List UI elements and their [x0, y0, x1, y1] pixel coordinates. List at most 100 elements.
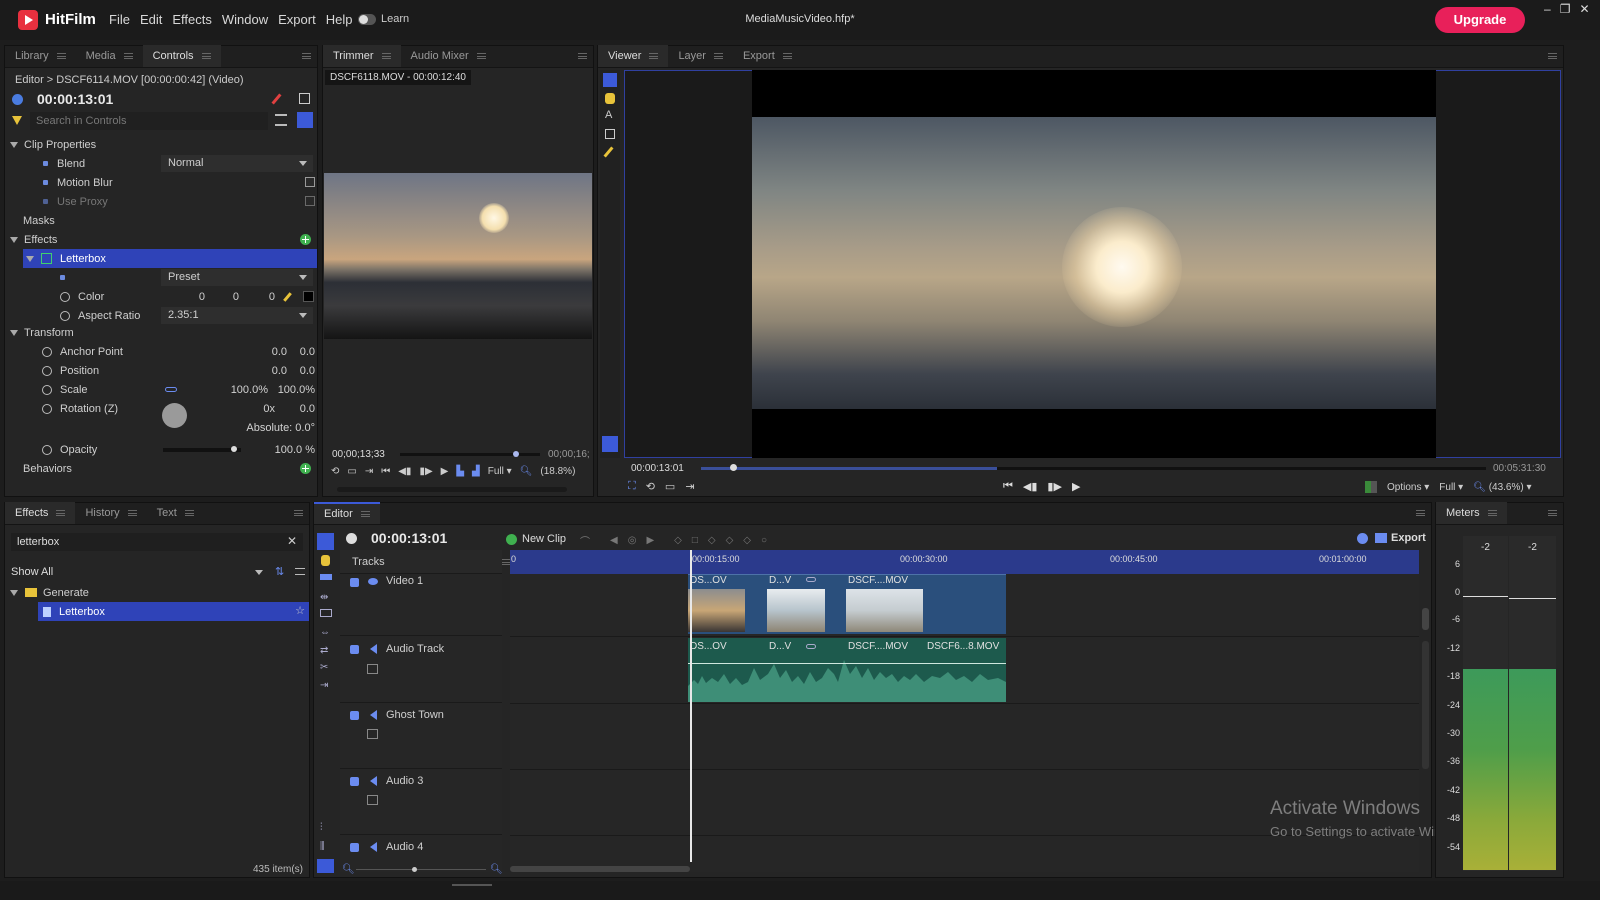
letterbox-enabled-checkbox[interactable] — [41, 253, 52, 264]
step-forward-icon[interactable]: ▮▶ — [419, 466, 432, 477]
list-view-icon[interactable] — [275, 114, 287, 126]
opacity-slider[interactable] — [163, 448, 241, 452]
next-marker-icon[interactable]: ▶ — [646, 535, 654, 546]
panel-menu-icon[interactable] — [578, 53, 587, 59]
fit-icon[interactable]: ⛶ — [628, 480, 636, 493]
prev-keyframe-icon[interactable]: ◇ — [674, 535, 682, 546]
color-swatch[interactable] — [303, 291, 314, 302]
motion-blur-checkbox[interactable] — [305, 177, 315, 187]
audio-volume-line[interactable] — [688, 663, 1006, 664]
clip-properties-row[interactable]: Clip Properties — [5, 135, 317, 154]
render-icon[interactable] — [1357, 533, 1368, 544]
trimmer-playhead[interactable] — [513, 451, 519, 457]
blend-dropdown[interactable]: Normal — [161, 155, 313, 172]
text-tool-icon[interactable]: A — [605, 109, 612, 121]
controls-timecode[interactable]: 00:00:13:01 — [37, 91, 113, 107]
viewer-go-start-icon[interactable]: ⏮ — [1003, 480, 1013, 493]
letterbox-effect-row[interactable]: Letterbox — [23, 249, 317, 268]
timeline-vscroll-top[interactable] — [1422, 608, 1429, 630]
tree-item-letterbox[interactable]: Letterbox ☆ — [38, 602, 309, 621]
timeline-playhead[interactable] — [690, 550, 692, 862]
viewer-overlay-icon[interactable]: ⇥ — [685, 480, 694, 493]
tree-item-generate[interactable]: Generate — [5, 583, 309, 602]
tab-trimmer[interactable]: Trimmer — [323, 45, 401, 67]
tab-audio-mixer[interactable]: Audio Mixer — [401, 45, 496, 67]
viewer-step-back-icon[interactable]: ◀▮ — [1023, 480, 1038, 493]
behaviors-row[interactable]: Behaviors — [5, 459, 317, 478]
tab-controls[interactable]: Controls — [142, 45, 221, 67]
color-r-value[interactable]: 0 — [185, 291, 205, 303]
editor-timecode[interactable]: 00:00:13:01 — [371, 530, 447, 546]
menu-help[interactable]: Help — [326, 12, 353, 27]
color-mode-icon[interactable] — [1365, 481, 1377, 493]
add-effect-icon[interactable] — [300, 234, 311, 245]
set-in-icon[interactable]: ▙ — [456, 466, 464, 477]
color-g-value[interactable]: 0 — [219, 291, 239, 303]
hand-tool-icon[interactable] — [605, 93, 615, 104]
anchor-y-value[interactable]: 0.0 — [289, 346, 315, 358]
clear-search-icon[interactable]: ✕ — [287, 534, 297, 548]
track-audio-3[interactable]: Audio 3 — [340, 769, 502, 835]
trimmer-scrubber[interactable] — [400, 453, 540, 456]
track-video-1[interactable]: Video 1 — [340, 574, 502, 636]
viewer-step-forward-icon[interactable]: ▮▶ — [1047, 480, 1062, 493]
select-tool-icon[interactable] — [603, 73, 617, 87]
trimmer-in-time[interactable]: 00;00;13;33 — [332, 449, 385, 460]
add-behavior-icon[interactable] — [300, 463, 311, 474]
tab-viewer[interactable]: Viewer — [598, 45, 669, 67]
roll-tool-icon[interactable]: ⇔ — [320, 627, 330, 638]
filter-icon[interactable] — [12, 116, 22, 125]
add-keyframe-icon[interactable]: ◇ — [743, 535, 751, 546]
lock-icon[interactable] — [350, 578, 359, 587]
effects-row[interactable]: Effects — [5, 230, 317, 249]
lock-icon[interactable] — [350, 711, 359, 720]
viewer-play-icon[interactable]: ▶ — [1072, 480, 1080, 493]
insert-icon[interactable]: ▭ — [347, 466, 356, 477]
rotation-degrees-value[interactable]: 0.0 — [285, 403, 315, 415]
tab-history[interactable]: History — [75, 502, 146, 524]
tab-export-viewer[interactable]: Export — [733, 45, 802, 67]
maximize-icon[interactable]: ❐ — [1560, 2, 1571, 16]
keyframe-icon[interactable]: ◇ — [708, 535, 716, 546]
speaker-icon[interactable] — [370, 710, 377, 720]
position-keyframe-icon[interactable] — [42, 365, 52, 376]
panel-layout-icon[interactable] — [299, 93, 310, 104]
viewer-loop-icon[interactable]: ⟲ — [646, 480, 655, 493]
menu-effects[interactable]: Effects — [172, 12, 212, 27]
link-icon[interactable] — [165, 387, 177, 392]
opacity-keyframe-icon[interactable] — [42, 444, 52, 455]
speaker-icon[interactable] — [370, 842, 377, 852]
rate-tool-icon[interactable]: ⇄ — [320, 645, 328, 656]
new-clip-button[interactable]: New Clip — [506, 533, 566, 545]
menu-export[interactable]: Export — [278, 12, 316, 27]
levels-icon[interactable]: ⫼ — [320, 841, 325, 852]
rotation-keyframe-icon[interactable] — [42, 403, 52, 414]
transform-row[interactable]: Transform — [5, 323, 317, 342]
aspect-keyframe-icon[interactable] — [60, 310, 70, 321]
lock-icon[interactable] — [350, 777, 359, 786]
preset-dropdown[interactable]: Preset — [161, 269, 313, 286]
snap-tool-icon[interactable] — [602, 436, 618, 452]
panel-menu-icon[interactable] — [1416, 510, 1425, 516]
marker-icon[interactable]: ◎ — [628, 535, 637, 546]
track-audio-track[interactable]: Audio Track — [340, 636, 502, 703]
ripple-tool-icon[interactable] — [320, 609, 332, 617]
opacity-slider-handle[interactable] — [231, 446, 237, 452]
loop-icon[interactable]: ⟲ — [331, 466, 339, 477]
menu-window[interactable]: Window — [222, 12, 268, 27]
viewer-insert-icon[interactable]: ▭ — [665, 480, 675, 493]
effects-filter-dropdown[interactable]: Show All — [6, 563, 268, 581]
viewer-current-time[interactable]: 00:00:13:01 — [631, 463, 684, 474]
razor-tool-icon[interactable]: ✂ — [320, 662, 328, 673]
menu-file[interactable]: File — [109, 12, 130, 27]
timeline-zoom-handle[interactable] — [412, 867, 417, 872]
timeline-zoom-slider[interactable] — [356, 869, 486, 870]
keyframe-lane-icon[interactable] — [367, 729, 378, 739]
export-button[interactable]: Export — [1375, 532, 1426, 544]
trimmer-preview-image[interactable] — [324, 173, 592, 339]
keyframe-lane-icon[interactable] — [367, 664, 378, 674]
pen-icon[interactable] — [271, 93, 282, 105]
color-b-value[interactable]: 0 — [255, 291, 275, 303]
viewer-frame[interactable] — [752, 70, 1436, 458]
eyedropper-icon[interactable] — [283, 292, 292, 302]
